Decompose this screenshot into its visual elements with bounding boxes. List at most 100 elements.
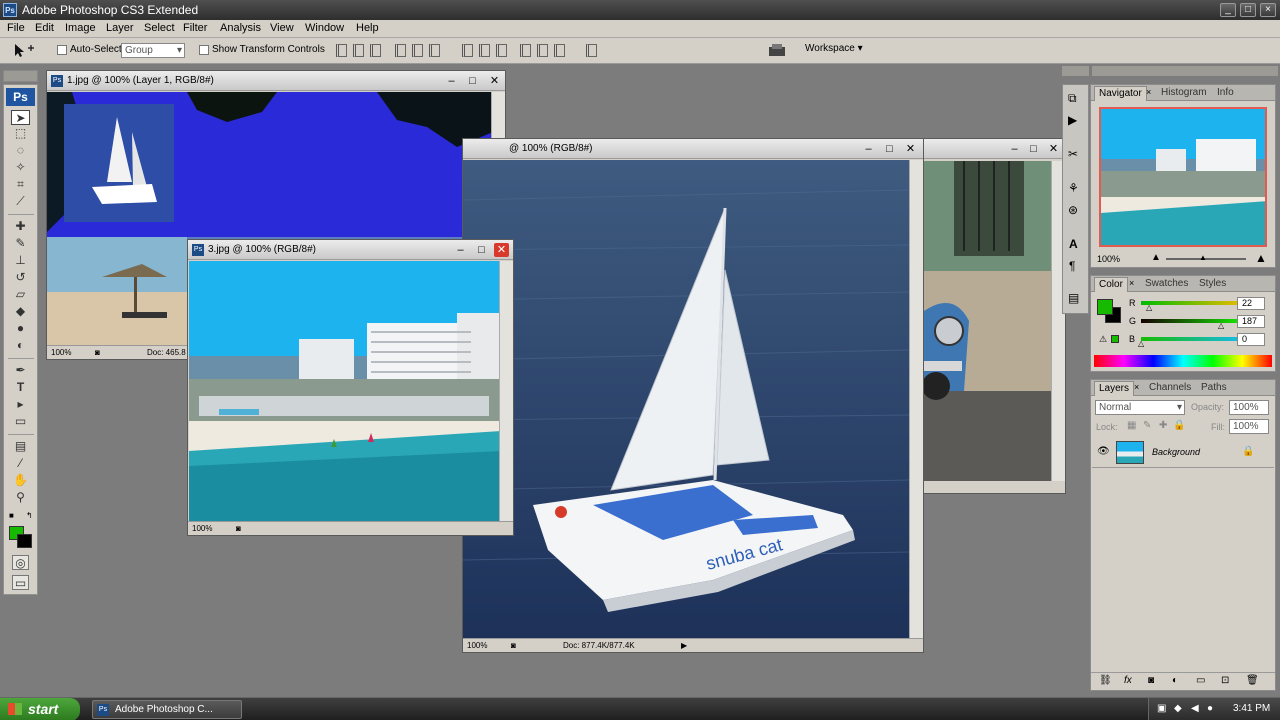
distribute-vcenter-icon[interactable] — [479, 44, 490, 57]
quick-mask-icon[interactable]: ◎ — [12, 555, 29, 570]
path-selection-icon[interactable]: ▸ — [11, 397, 30, 412]
rectangle-tool-icon[interactable]: ▭ — [11, 414, 30, 429]
fill-field[interactable]: 100% — [1229, 419, 1269, 434]
swap-colors-icon[interactable]: ↰ — [26, 511, 33, 520]
align-bottom-icon[interactable] — [370, 44, 381, 57]
layer-comps-icon[interactable]: ▤ — [1068, 291, 1079, 305]
tray-update-icon[interactable]: ● — [1207, 703, 1213, 714]
document-title-bar[interactable]: Ps 1.jpg @ 100% (Layer 1, RGB/8#) – □ ✕ — [47, 71, 505, 91]
paint-bucket-icon[interactable]: ◆ — [11, 304, 30, 319]
close-icon[interactable]: × — [1129, 278, 1134, 288]
red-value-field[interactable]: 22 — [1237, 297, 1265, 310]
close-button[interactable]: × — [1260, 3, 1276, 17]
brushes-panel-icon[interactable]: ⚘ — [1068, 181, 1079, 195]
eyedropper-icon[interactable]: ⁄ — [11, 456, 30, 471]
document-title-bar[interactable]: Ps 3.jpg @ 100% (RGB/8#) – □ ✕ — [188, 240, 513, 260]
hand-tool-icon[interactable]: ✋ — [11, 473, 30, 488]
blue-slider[interactable] — [1141, 337, 1251, 341]
clock[interactable]: 3:41 PM — [1233, 703, 1270, 714]
gamut-color-chip[interactable] — [1111, 335, 1119, 343]
navigator-slider-thumb[interactable]: ▲ — [1199, 253, 1207, 262]
tools-panel-header[interactable] — [3, 70, 38, 82]
lock-transparency-icon[interactable]: ▦ — [1127, 420, 1136, 431]
lock-position-icon[interactable]: ✚ — [1159, 420, 1167, 431]
workspace-icon[interactable] — [768, 43, 788, 58]
close-icon[interactable]: × — [1134, 382, 1139, 392]
delete-layer-icon[interactable]: 🗑 — [1246, 675, 1259, 686]
status-expand-icon[interactable]: ▶ — [681, 639, 687, 652]
minimize-button[interactable]: _ — [1220, 3, 1236, 17]
menu-edit[interactable]: Edit — [35, 22, 54, 34]
menu-view[interactable]: View — [270, 22, 294, 34]
layer-row[interactable]: 👁 Background 🔒 — [1092, 438, 1274, 468]
opacity-field[interactable]: 100% — [1229, 400, 1269, 415]
align-left-icon[interactable] — [395, 44, 406, 57]
maximize-icon[interactable]: □ — [882, 142, 897, 156]
dock-collapse-bar[interactable] — [1062, 66, 1089, 76]
vertical-scrollbar[interactable] — [499, 261, 513, 523]
tab-layers[interactable]: Layers — [1094, 381, 1135, 396]
minimize-icon[interactable]: – — [444, 74, 459, 88]
lock-all-icon[interactable]: 🔒 — [1173, 420, 1185, 431]
maximize-icon[interactable]: □ — [1026, 142, 1041, 156]
clone-stamp-icon[interactable]: ⊥ — [11, 253, 30, 268]
default-colors-icon[interactable]: ■ — [9, 511, 14, 520]
brush-tool-icon[interactable]: ✎ — [11, 236, 30, 251]
blur-tool-icon[interactable]: ● — [11, 321, 30, 336]
distribute-top-icon[interactable] — [462, 44, 473, 57]
tray-network-icon[interactable]: ▣ — [1157, 703, 1166, 714]
green-slider[interactable] — [1141, 319, 1251, 323]
lasso-tool-icon[interactable]: ◌ — [11, 143, 30, 158]
tray-volume-icon[interactable]: ◀ — [1191, 703, 1199, 714]
adjustment-layer-icon[interactable]: ◐ — [1172, 675, 1178, 686]
status-menu-icon[interactable]: ◙ — [236, 522, 241, 535]
marquee-tool-icon[interactable]: ⬚ — [11, 126, 30, 141]
tab-channels[interactable]: Channels — [1145, 381, 1195, 396]
menu-image[interactable]: Image — [65, 22, 96, 34]
maximize-icon[interactable]: □ — [474, 243, 489, 257]
actions-panel-icon[interactable]: ▶ — [1068, 113, 1077, 127]
align-right-icon[interactable] — [429, 44, 440, 57]
align-hcenter-icon[interactable] — [412, 44, 423, 57]
green-slider-thumb[interactable]: △ — [1218, 321, 1224, 330]
crop-tool-icon[interactable]: ⌗ — [11, 177, 30, 192]
history-panel-icon[interactable]: ⧉ — [1068, 91, 1077, 106]
background-color-swatch[interactable] — [17, 534, 32, 548]
taskbar-item-photoshop[interactable]: Ps Adobe Photoshop C... — [92, 700, 242, 719]
document-window-3[interactable]: Ps 3.jpg @ 100% (RGB/8#) – □ ✕ 100% ◙ — [187, 239, 514, 536]
close-icon[interactable]: ✕ — [903, 142, 918, 156]
gamut-warning-icon[interactable]: ⚠ — [1099, 334, 1107, 345]
maximize-button[interactable]: □ — [1240, 3, 1256, 17]
red-slider[interactable] — [1141, 301, 1251, 305]
menu-file[interactable]: File — [7, 22, 25, 34]
distribute-hcenter-icon[interactable] — [537, 44, 548, 57]
show-transform-checkbox[interactable] — [199, 45, 209, 55]
zoom-tool-icon[interactable]: ⚲ — [11, 490, 30, 505]
layer-style-icon[interactable]: fx — [1124, 675, 1132, 686]
magic-wand-icon[interactable]: ✧ — [11, 160, 30, 175]
document-canvas[interactable]: snuba cat — [463, 160, 909, 638]
status-menu-icon[interactable]: ◙ — [511, 639, 516, 652]
dodge-tool-icon[interactable]: ◐ — [11, 338, 30, 353]
tab-info[interactable]: Info — [1213, 86, 1238, 101]
menu-help[interactable]: Help — [356, 22, 379, 34]
green-value-field[interactable]: 187 — [1237, 315, 1265, 328]
clone-source-icon[interactable]: ⊛ — [1068, 203, 1078, 217]
document-canvas[interactable] — [189, 261, 501, 523]
zoom-out-icon[interactable]: ▲ — [1151, 252, 1161, 263]
close-icon[interactable]: × — [1146, 87, 1151, 97]
minimize-icon[interactable]: – — [453, 243, 468, 257]
blue-value-field[interactable]: 0 — [1237, 333, 1265, 346]
layer-name[interactable]: Background — [1152, 447, 1200, 457]
menu-layer[interactable]: Layer — [106, 22, 134, 34]
color-ramp[interactable] — [1094, 355, 1272, 367]
align-vcenter-icon[interactable] — [353, 44, 364, 57]
maximize-icon[interactable]: □ — [465, 74, 480, 88]
tab-color[interactable]: Color — [1094, 277, 1128, 292]
auto-align-icon[interactable] — [586, 44, 597, 57]
document-title-bar[interactable]: @ 100% (RGB/8#) – □ ✕ — [463, 139, 923, 159]
auto-select-dropdown[interactable]: Group ▾ — [121, 43, 185, 58]
eraser-tool-icon[interactable]: ▱ — [11, 287, 30, 302]
zoom-level[interactable]: 100% — [51, 346, 71, 359]
document-canvas[interactable] — [924, 161, 1054, 481]
